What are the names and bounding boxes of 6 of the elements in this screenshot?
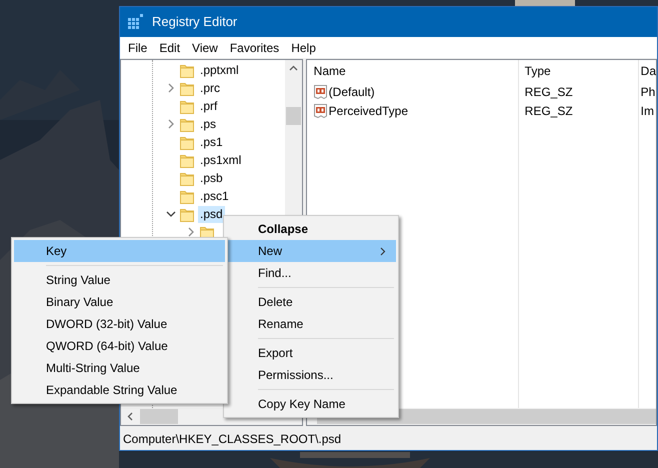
status-bar-path: Computer\HKEY_CLASSES_ROOT\.psd: [123, 431, 342, 448]
value-type: REG_SZ: [524, 84, 574, 100]
window-title: Registry Editor: [152, 13, 238, 32]
value-data: Im: [640, 102, 654, 120]
value-type: REG_SZ: [524, 102, 574, 120]
value-data: Ph: [640, 84, 656, 100]
